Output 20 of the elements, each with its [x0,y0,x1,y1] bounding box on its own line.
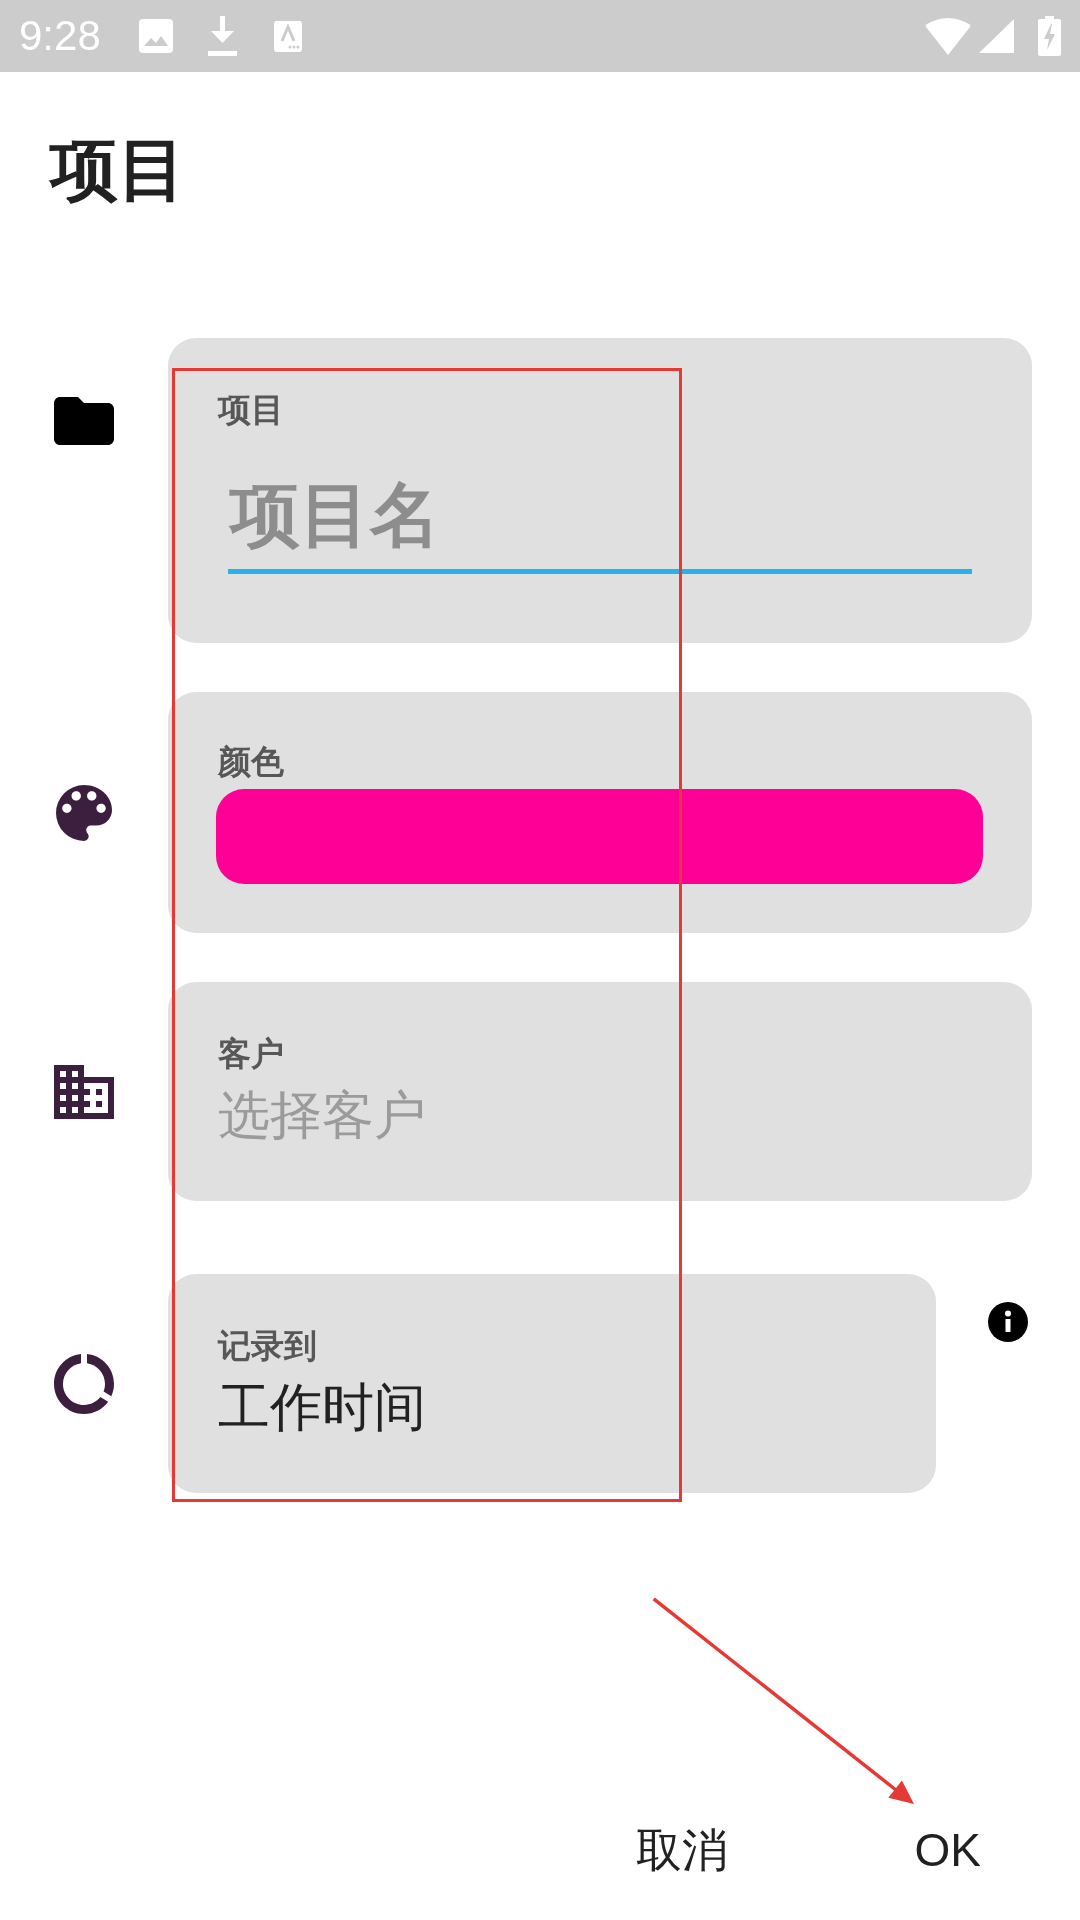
select-value[interactable]: 工作时间 [218,1376,426,1438]
field-label: 项目 [218,390,284,430]
info-icon[interactable] [988,1302,1028,1342]
field-label: 客户 [218,1034,284,1074]
palette-icon [56,784,112,841]
cancel-button[interactable]: 取消 [605,1814,758,1886]
swatch-button[interactable] [216,789,983,884]
caret-tile-icon [273,20,302,52]
dialog-title: 项目 [50,130,186,209]
signal-icon [979,19,1014,53]
ring-icon [54,1353,114,1414]
download-icon [207,16,237,56]
folder-icon [54,397,114,445]
ok-button[interactable]: OK [884,1814,1011,1886]
building-icon [54,1064,114,1119]
wifi-icon [925,17,971,55]
field-label: 颜色 [218,742,284,782]
image-icon [138,19,173,53]
battery-charging-icon [1038,16,1061,56]
field-label: 记录到 [218,1326,317,1366]
